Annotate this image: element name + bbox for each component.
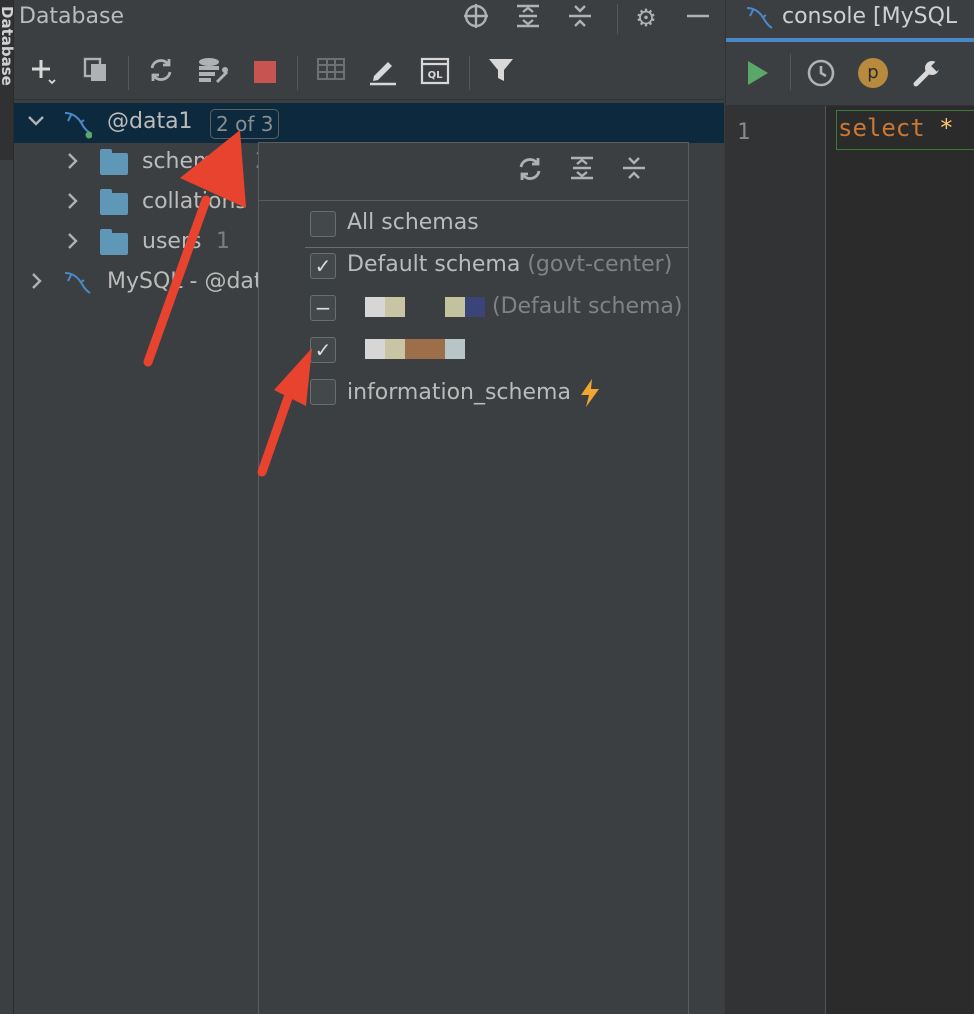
redacted-block bbox=[385, 339, 405, 359]
redacted-block bbox=[405, 339, 445, 359]
panel-toolbar: QL bbox=[14, 44, 724, 100]
redacted-block bbox=[365, 339, 385, 359]
option-label: All schemas bbox=[347, 210, 479, 235]
line-number: 1 bbox=[737, 120, 751, 145]
checkbox-checked[interactable]: ✓ bbox=[310, 253, 336, 279]
svg-text:QL: QL bbox=[428, 70, 444, 81]
chevron-right-icon[interactable] bbox=[62, 229, 82, 258]
add-icon[interactable] bbox=[28, 56, 60, 88]
tree-label-data1: @data1 bbox=[107, 109, 193, 134]
checkbox-indeterminate[interactable]: − bbox=[310, 295, 336, 321]
popup-toolbar bbox=[259, 143, 688, 201]
redacted-block bbox=[347, 297, 365, 317]
toolbar-separator bbox=[790, 54, 791, 90]
history-icon[interactable] bbox=[806, 58, 836, 92]
editor-tab-bar: console [MySQL bbox=[726, 0, 974, 42]
redacted-block bbox=[347, 339, 365, 359]
tree-label-mysql: MySQL - @data bbox=[107, 269, 277, 294]
option-label: (Default schema) bbox=[347, 294, 683, 319]
redacted-block bbox=[445, 297, 465, 317]
redacted-block bbox=[445, 339, 465, 359]
panel-title: Database bbox=[19, 4, 124, 29]
option-all-schemas[interactable]: All schemas bbox=[305, 205, 685, 245]
checkbox-checked[interactable]: ✓ bbox=[310, 337, 336, 363]
folder-icon bbox=[100, 189, 128, 215]
redacted-block bbox=[465, 297, 485, 317]
redacted-block bbox=[365, 297, 385, 317]
line-gutter: 1 bbox=[726, 106, 826, 1014]
option-redacted-schema-1[interactable]: − (Default schema) bbox=[305, 289, 685, 329]
tree-row-data1[interactable]: @data1 2 of 3 bbox=[14, 103, 724, 143]
lightning-icon bbox=[580, 379, 599, 407]
editor-tab-title[interactable]: console [MySQL bbox=[782, 4, 957, 29]
expand-all-icon[interactable] bbox=[565, 155, 599, 189]
run-icon[interactable] bbox=[744, 58, 772, 92]
header-separator bbox=[617, 4, 618, 34]
tree-label-collations: collations bbox=[142, 189, 247, 214]
crosshair-icon[interactable] bbox=[461, 3, 491, 33]
transaction-mode-icon[interactable]: p bbox=[858, 58, 888, 88]
tool-window-strip: Database bbox=[0, 0, 16, 1014]
database-tool-tab[interactable]: Database bbox=[0, 0, 16, 160]
option-label-text: Default schema bbox=[347, 252, 521, 277]
collapse-all-icon[interactable] bbox=[617, 155, 651, 189]
tree-label-users: users bbox=[142, 229, 202, 254]
folder-icon bbox=[100, 149, 128, 175]
panel-header: Database ⚙ bbox=[14, 0, 724, 40]
schema-sync-icon[interactable] bbox=[197, 56, 229, 88]
chevron-right-icon[interactable] bbox=[62, 149, 82, 178]
folder-icon bbox=[100, 229, 128, 255]
schema-selection-popup: All schemas ✓ Default schema (govt-cente… bbox=[258, 142, 689, 1014]
option-hint: (Default schema) bbox=[492, 294, 683, 319]
option-label-text: information_schema bbox=[347, 380, 571, 405]
mysql-dolphin-icon bbox=[62, 109, 93, 139]
toolbar-separator bbox=[128, 56, 129, 90]
chevron-right-icon[interactable] bbox=[26, 269, 46, 298]
stop-icon[interactable] bbox=[249, 56, 281, 88]
query-editor: console [MySQL p 1 select * bbox=[725, 0, 974, 1014]
option-label bbox=[347, 336, 465, 361]
checkbox-unchecked[interactable] bbox=[310, 211, 336, 237]
mysql-dolphin-icon bbox=[62, 269, 92, 297]
schema-count-badge[interactable]: 2 of 3 bbox=[210, 109, 280, 139]
table-icon[interactable] bbox=[315, 56, 347, 88]
gear-icon[interactable]: ⚙ bbox=[631, 3, 661, 33]
minimize-icon[interactable] bbox=[683, 3, 713, 33]
chevron-right-icon[interactable] bbox=[62, 189, 82, 218]
edit-icon[interactable] bbox=[367, 56, 399, 88]
mysql-dolphin-icon bbox=[744, 4, 774, 38]
copy-icon[interactable] bbox=[80, 56, 112, 88]
expand-all-icon[interactable] bbox=[513, 3, 543, 33]
tree-label-schemas: schemas bbox=[142, 149, 240, 174]
refresh-icon[interactable] bbox=[513, 155, 547, 189]
chevron-down-icon[interactable] bbox=[26, 109, 46, 138]
redacted-block bbox=[385, 297, 405, 317]
option-label: Default schema (govt-center) bbox=[347, 252, 672, 277]
tree-count-users: 1 bbox=[216, 229, 230, 254]
checkbox-unchecked[interactable] bbox=[310, 379, 336, 405]
code-line[interactable]: select * bbox=[838, 114, 954, 142]
sql-star: * bbox=[939, 114, 954, 142]
option-hint: (govt-center) bbox=[527, 252, 673, 277]
redacted-block bbox=[405, 297, 445, 317]
option-label: information_schema bbox=[347, 378, 602, 408]
editor-toolbar: p bbox=[726, 42, 974, 106]
option-redacted-schema-2[interactable]: ✓ bbox=[305, 331, 685, 371]
wrench-icon[interactable] bbox=[912, 58, 943, 92]
toolbar-separator bbox=[297, 56, 298, 90]
sql-keyword: select bbox=[838, 114, 925, 142]
toolbar-separator bbox=[469, 56, 470, 90]
collapse-all-icon[interactable] bbox=[565, 3, 595, 33]
option-default-schema[interactable]: ✓ Default schema (govt-center) bbox=[305, 247, 685, 287]
option-information-schema[interactable]: information_schema bbox=[305, 373, 685, 413]
query-console-icon[interactable]: QL bbox=[419, 56, 451, 88]
ide-window: Database Database ⚙ QL @data1 2 of 3 sch… bbox=[0, 0, 974, 1014]
filter-icon[interactable] bbox=[485, 56, 517, 88]
refresh-icon[interactable] bbox=[145, 56, 177, 88]
